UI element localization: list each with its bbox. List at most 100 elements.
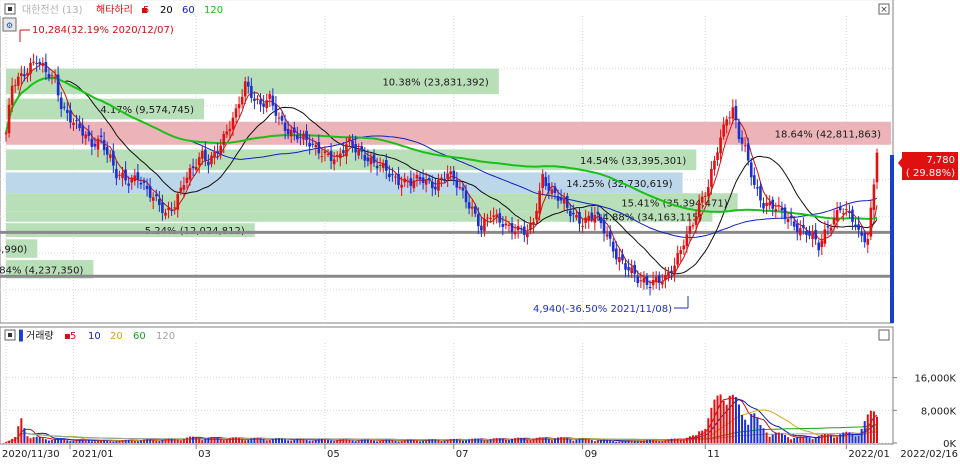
candle-body [851, 209, 854, 222]
volume-bar [842, 432, 845, 443]
date-tick-label: 2021/01 [72, 449, 114, 460]
volume-bar [103, 439, 106, 443]
candle-body [667, 271, 670, 277]
candle-body [430, 181, 434, 189]
volume-bar [320, 439, 323, 443]
volume-bar [253, 437, 256, 443]
volume-bar [624, 440, 627, 443]
volume-bar [520, 437, 523, 443]
candle-body [679, 250, 683, 255]
candle-body [707, 187, 710, 197]
candle-body [345, 144, 348, 157]
volume-bar [127, 439, 130, 443]
volume-bar [29, 438, 32, 443]
volume-bar [75, 440, 78, 443]
volume-bar [400, 440, 403, 443]
volume-bar [845, 431, 848, 443]
ma-legend-60: 60 [182, 5, 195, 16]
volume-bar [81, 439, 84, 443]
volume-bar [385, 439, 388, 443]
candle-body [409, 178, 413, 186]
volume-profile-label: 10.38% (23,831,392) [382, 77, 488, 88]
volume-bar [691, 435, 694, 443]
candle-body [32, 61, 35, 63]
candle-body [811, 233, 814, 239]
candle-body [777, 205, 781, 207]
volume-bar [661, 441, 664, 443]
volume-bar [603, 439, 606, 443]
candle-body [4, 133, 8, 135]
volume-bar [238, 437, 241, 443]
candle-body [320, 156, 324, 158]
volume-bar [443, 440, 446, 443]
candle-body [673, 265, 676, 275]
volume-bar [701, 430, 704, 443]
candle-body [802, 224, 805, 228]
candle-body [323, 151, 327, 154]
panel-handle-icon [8, 7, 12, 11]
volume-bar [805, 436, 808, 443]
candle-body [759, 186, 762, 201]
candle-body [357, 149, 360, 156]
volume-bar [557, 437, 560, 443]
candle-body [26, 72, 29, 76]
candle-body [857, 224, 860, 230]
stock-name-label: 대한전선 (13) [22, 4, 83, 16]
candle-body [394, 176, 397, 178]
volume-bar [446, 439, 449, 443]
current-price-change: ( 29.88%) [906, 168, 955, 179]
volume-bar [498, 438, 501, 443]
candle-body [480, 225, 483, 231]
volume-bar [593, 441, 596, 443]
volume-bar [57, 438, 60, 443]
candle-body [72, 122, 75, 126]
candle-body [418, 176, 422, 180]
candle-body [596, 211, 600, 215]
candle-body [749, 162, 753, 178]
candle-body [452, 170, 456, 180]
volume-bar [336, 440, 339, 443]
candle-body [210, 155, 213, 165]
low-price-label: 4,940(-36.50% 2021/11/08) [533, 304, 672, 315]
candle-body [470, 206, 474, 209]
candle-body [584, 217, 587, 223]
candle-body [848, 211, 851, 213]
volume-bar [747, 424, 750, 443]
candle-body [250, 85, 253, 98]
volume-bar [109, 440, 112, 443]
candle-body [87, 131, 91, 136]
volume-close-icon[interactable] [878, 329, 890, 341]
volume-plot-frame [0, 326, 894, 445]
candle-body [167, 207, 170, 211]
candle-body [415, 174, 419, 179]
candle-body [10, 85, 14, 105]
candle-body [547, 183, 551, 191]
volume-bar [348, 439, 351, 443]
volume-bar [590, 440, 593, 443]
candle-body [41, 63, 45, 66]
volume-ma-legend-120: 120 [156, 331, 175, 342]
volume-bar [84, 439, 87, 443]
volume-bar [403, 440, 406, 443]
volume-bar [308, 440, 311, 443]
candle-body [731, 107, 735, 119]
volume-bar [115, 441, 118, 443]
volume-bar [391, 440, 394, 443]
volume-bar [532, 438, 535, 443]
volume-bar [216, 437, 219, 443]
volume-bar [152, 439, 155, 443]
volume-bar [382, 439, 385, 443]
candle-body [44, 61, 48, 73]
volume-bar [495, 438, 498, 443]
candle-body [308, 142, 311, 147]
candle-body [593, 214, 597, 223]
candle-body [69, 110, 72, 123]
volume-bar [379, 440, 382, 443]
volume-bar [149, 439, 152, 443]
volume-bar [716, 395, 719, 443]
candle-body [780, 207, 784, 211]
volume-bar [244, 440, 247, 443]
scroll-indicator[interactable] [890, 155, 894, 323]
volume-bar [486, 440, 489, 443]
candle-body [277, 117, 281, 119]
